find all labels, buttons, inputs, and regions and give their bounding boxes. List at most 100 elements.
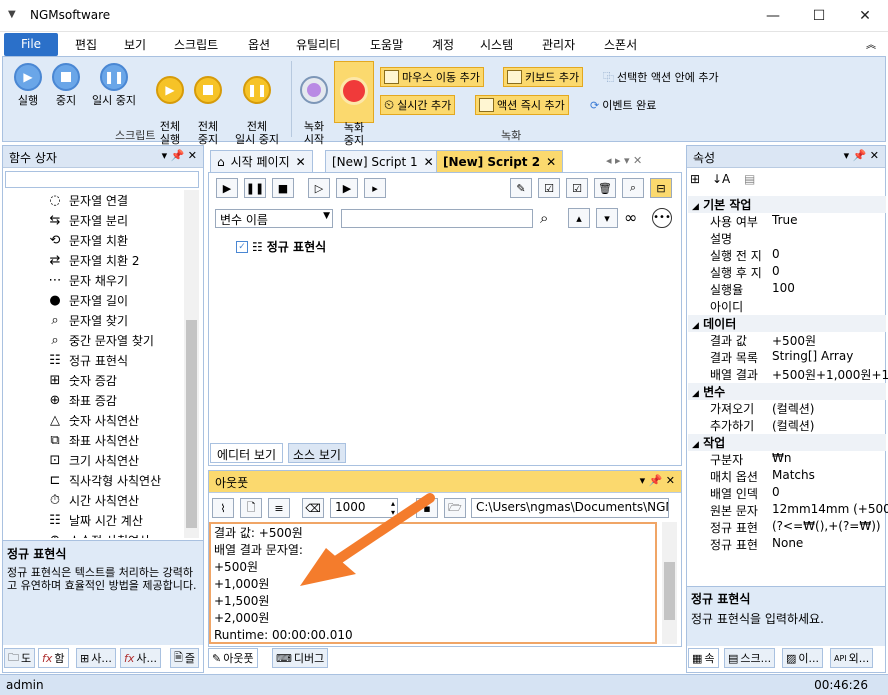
editor-delete-button[interactable]: 🗑: [594, 178, 616, 198]
menu-admin[interactable]: 관리자: [542, 36, 575, 53]
property-value[interactable]: Matchs: [772, 468, 888, 482]
menu-options[interactable]: 옵션: [248, 36, 270, 53]
property-row[interactable]: 실행 전 지 0: [710, 247, 886, 264]
tab-script-2[interactable]: [New] Script 2 ✕: [436, 150, 564, 172]
function-list-item[interactable]: ⊡ 크기 사칙연산: [47, 450, 140, 470]
instant-action-add-button[interactable]: 액션 즉시 추가: [475, 95, 569, 115]
tab-debug[interactable]: ⌨ 디버그: [272, 648, 329, 668]
menu-utility[interactable]: 유틸리티: [296, 36, 340, 53]
search-icon[interactable]: ⌕: [540, 209, 548, 227]
menu-system[interactable]: 시스템: [480, 36, 513, 53]
variable-name-dropdown[interactable]: 변수 이름 ▼: [215, 209, 333, 228]
property-category[interactable]: ◢ 데이터: [688, 315, 886, 332]
editor-check-button[interactable]: ☑: [566, 178, 588, 198]
property-pages-icon[interactable]: ▤: [744, 172, 755, 186]
collapse-icon[interactable]: ◢: [692, 440, 699, 450]
tree-item-regex[interactable]: ✓ ☷ 정규 표현식: [236, 238, 326, 255]
property-category[interactable]: ◢ 작업: [688, 434, 886, 451]
function-list-item[interactable]: ◌ 문자열 연결: [47, 190, 128, 210]
menu-help[interactable]: 도움말: [370, 36, 403, 53]
property-row[interactable]: 추가하기 (컬렉션): [710, 417, 886, 434]
move-up-button[interactable]: ▴: [568, 208, 590, 228]
tab-script-1[interactable]: [New] Script 1 ✕: [325, 150, 441, 172]
output-scrollbar[interactable]: [662, 522, 677, 644]
editor-stop-button[interactable]: ■: [272, 178, 294, 198]
function-list-item[interactable]: ⏱ 시간 사칙연산: [47, 490, 139, 510]
minimize-button[interactable]: —: [750, 0, 796, 32]
output-open-folder-button[interactable]: 🗁: [444, 498, 466, 518]
property-value[interactable]: 0: [772, 485, 888, 499]
output-path-field[interactable]: C:\Users\ngmas\Documents\NGM6\: [471, 498, 669, 518]
right-tab-2[interactable]: ▨ 이...: [782, 648, 824, 668]
property-value[interactable]: (컬렉션): [772, 417, 888, 434]
function-list-item[interactable]: ⇄ 문자열 치환 2: [47, 250, 140, 270]
function-list-item[interactable]: ⟲ 문자열 치환: [47, 230, 128, 250]
run-all-button[interactable]: ▶ 전체 실행: [151, 63, 189, 146]
collapse-icon[interactable]: ◢: [692, 321, 699, 331]
function-list-item[interactable]: ● 문자열 길이: [47, 290, 128, 310]
menu-view[interactable]: 보기: [124, 36, 146, 53]
file-menu-button[interactable]: File: [4, 33, 58, 56]
add-keyboard-button[interactable]: 키보드 추가: [503, 67, 584, 87]
left-tab-3[interactable]: fx 사...: [120, 648, 162, 668]
editor-tree-button[interactable]: ⊟: [650, 178, 672, 198]
function-list-item[interactable]: ⊕ 소수점 사칙연산: [47, 530, 151, 539]
left-tab-0[interactable]: 🗀 도: [4, 648, 36, 668]
right-tab-0[interactable]: ▦ 속: [688, 648, 719, 668]
categorized-icon[interactable]: ⊞: [690, 172, 700, 186]
left-tab-1[interactable]: fx 함: [38, 648, 69, 668]
add-in-selected-action-button[interactable]: ⿻ 선택한 액션 안에 추가: [600, 67, 722, 87]
property-value[interactable]: (컬렉션): [772, 400, 888, 417]
pause-all-button[interactable]: ❚❚ 전체 일시 중지: [229, 63, 285, 146]
property-row[interactable]: 배열 결과 +500원+1,000원+1,500: [710, 366, 888, 383]
property-value[interactable]: 12mm14mm (+500: [772, 502, 888, 516]
close-tab-icon[interactable]: ✕: [296, 155, 306, 169]
property-row[interactable]: 아이디: [710, 298, 886, 315]
property-value[interactable]: True: [772, 213, 888, 227]
editor-search-input[interactable]: [341, 209, 533, 228]
pause-button[interactable]: ❚❚ 일시 중지: [87, 63, 141, 107]
system-menu-icon[interactable]: ▼: [8, 9, 16, 20]
property-row[interactable]: 원본 문자 12mm14mm (+500: [710, 502, 888, 519]
move-down-button[interactable]: ▾: [596, 208, 618, 228]
menu-sponsor[interactable]: 스폰서: [604, 36, 637, 53]
close-tab-icon[interactable]: ✕: [546, 155, 556, 169]
property-row[interactable]: 실행 후 지 0: [710, 264, 886, 281]
function-list-item[interactable]: ⊏ 직사각형 사칙연산: [47, 470, 162, 490]
right-tab-3[interactable]: API 외...: [830, 648, 874, 668]
property-row[interactable]: 정규 표현 None: [710, 536, 886, 553]
function-list-item[interactable]: △ 숫자 사칙연산: [47, 410, 139, 430]
property-row[interactable]: 결과 값 +500원: [710, 332, 886, 349]
panel-controls-icon[interactable]: ▾ 📌 ✕: [162, 149, 197, 162]
menu-edit[interactable]: 편집: [75, 36, 97, 53]
collapse-icon[interactable]: ◢: [692, 389, 699, 399]
menu-script[interactable]: 스크립트: [174, 36, 218, 53]
tab-source-view[interactable]: 소스 보기: [288, 443, 346, 463]
realtime-add-button[interactable]: ⏲ 실시간 추가: [380, 95, 456, 115]
property-value[interactable]: 0: [772, 264, 888, 278]
record-start-button[interactable]: 녹화 시작: [297, 63, 331, 146]
function-list-item[interactable]: ⌕ 중간 문자열 찾기: [47, 330, 154, 350]
tab-nav-icons[interactable]: ◂ ▸ ▾ ✕: [606, 154, 642, 167]
editor-step-button[interactable]: ▷: [308, 178, 330, 198]
event-complete-button[interactable]: ⟳ 이벤트 완료: [587, 95, 659, 115]
property-value[interactable]: String[] Array: [772, 349, 888, 363]
function-list-item[interactable]: ⊞ 숫자 증감: [47, 370, 117, 390]
stop-all-button[interactable]: 전체 중지: [189, 63, 227, 146]
property-row[interactable]: 사용 여부 True: [710, 213, 886, 230]
property-value[interactable]: +500원: [772, 332, 888, 349]
function-list-item[interactable]: ⧉ 좌표 사칙연산: [47, 430, 139, 450]
function-list-item[interactable]: ☷ 날짜 시간 계산: [47, 510, 143, 530]
more-icon[interactable]: •••: [652, 208, 672, 228]
editor-find-button[interactable]: ⌕: [622, 178, 644, 198]
output-new-button[interactable]: 🗋: [240, 498, 262, 518]
stop-button[interactable]: 중지: [47, 63, 85, 107]
property-row[interactable]: 배열 인덱 0: [710, 485, 886, 502]
right-tab-1[interactable]: ▤ 스크...: [724, 648, 776, 668]
editor-run-button[interactable]: ▶: [216, 178, 238, 198]
function-list-item[interactable]: ⌕ 문자열 찾기: [47, 310, 128, 330]
checkbox-checked-icon[interactable]: ✓: [236, 240, 248, 253]
function-search-input[interactable]: [5, 171, 199, 188]
panel-controls-icon[interactable]: ▾ 📌 ✕: [844, 149, 879, 162]
property-value[interactable]: None: [772, 536, 888, 550]
